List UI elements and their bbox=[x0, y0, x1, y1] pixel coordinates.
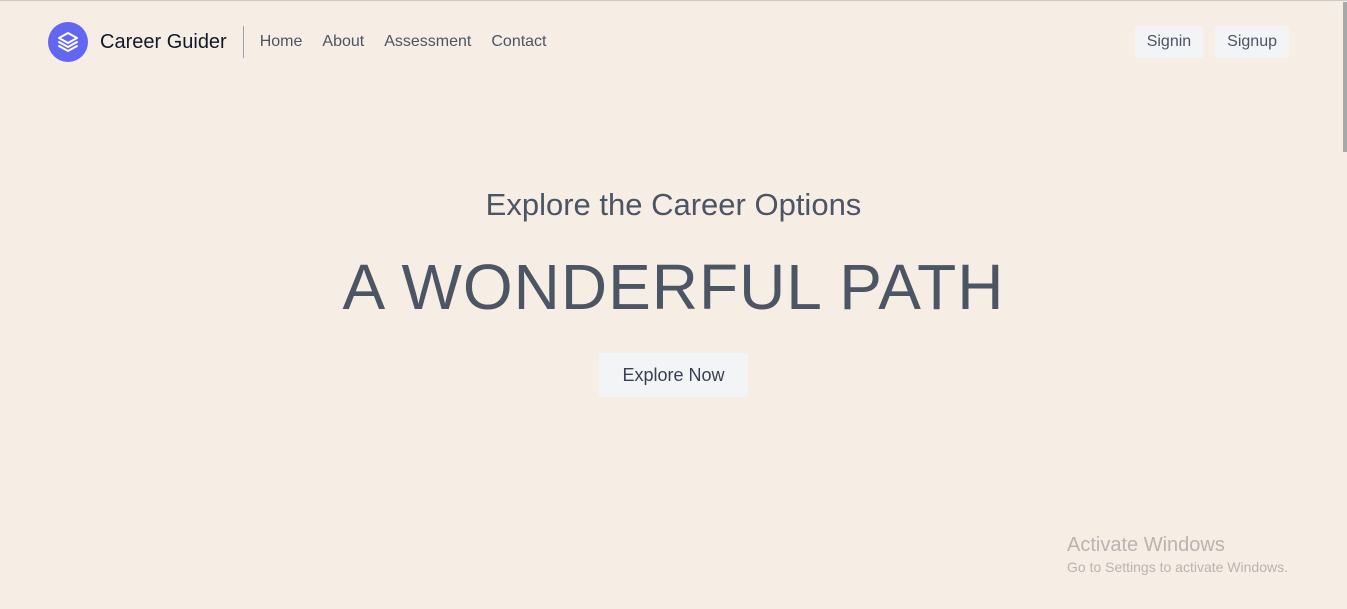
signup-button[interactable]: Signup bbox=[1215, 26, 1289, 58]
hero-subtitle: Explore the Career Options bbox=[485, 187, 862, 222]
watermark-title: Activate Windows bbox=[1067, 534, 1225, 556]
main-nav: Home About Assessment Contact bbox=[260, 33, 567, 51]
auth-actions: Signin Signup bbox=[1123, 26, 1289, 58]
hero-section: Explore the Career Options A WONDERFUL P… bbox=[0, 183, 1347, 397]
navbar: Career Guider Home About Assessment Cont… bbox=[48, 21, 1289, 63]
brand[interactable]: Career Guider bbox=[48, 22, 244, 62]
page: Career Guider Home About Assessment Cont… bbox=[0, 0, 1347, 609]
watermark-subtitle: Go to Settings to activate Windows. bbox=[1067, 559, 1288, 575]
hero-title: A WONDERFUL PATH bbox=[342, 251, 1005, 323]
nav-link-home[interactable]: Home bbox=[260, 33, 303, 51]
layers-icon bbox=[48, 22, 88, 62]
nav-link-contact[interactable]: Contact bbox=[491, 33, 546, 51]
windows-activation-watermark: Activate Windows Go to Settings to activ… bbox=[1067, 533, 1288, 577]
brand-name: Career Guider bbox=[100, 30, 227, 53]
signin-button[interactable]: Signin bbox=[1134, 26, 1204, 58]
nav-link-assessment[interactable]: Assessment bbox=[384, 33, 471, 51]
nav-link-about[interactable]: About bbox=[322, 33, 364, 51]
explore-now-button[interactable]: Explore Now bbox=[599, 353, 748, 397]
scrollbar-thumb[interactable] bbox=[1343, 2, 1347, 152]
